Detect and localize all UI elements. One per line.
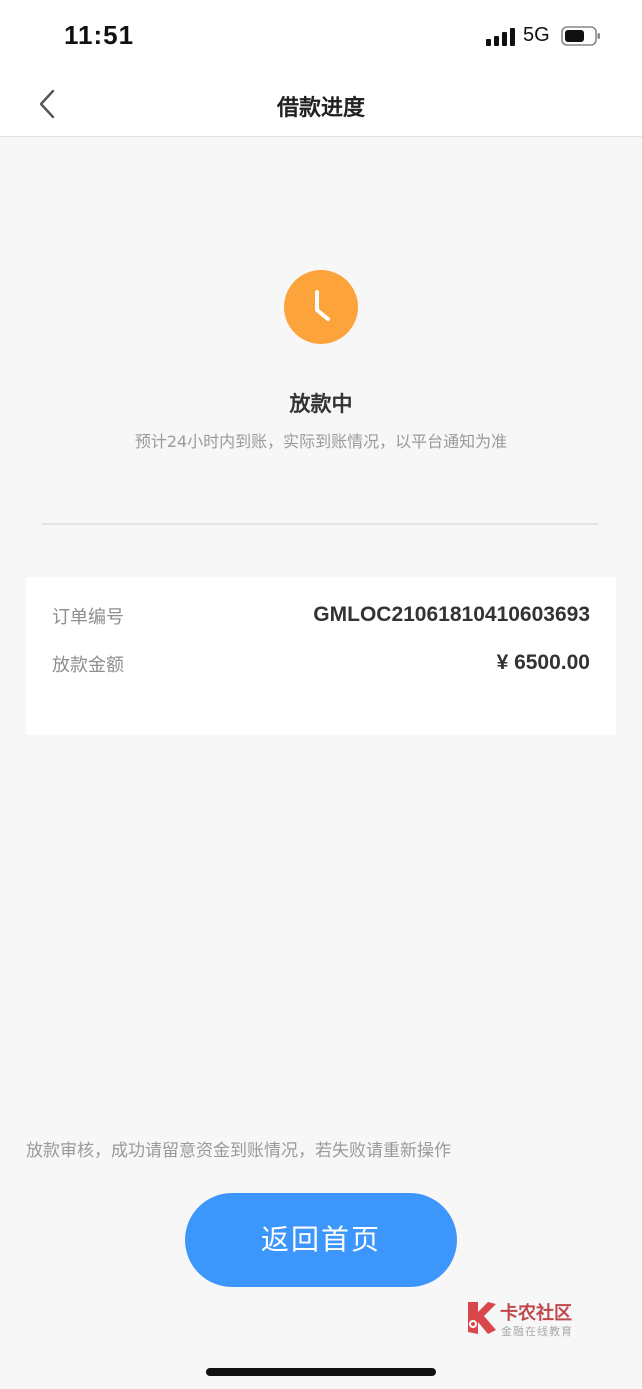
status-title: 放款中 xyxy=(289,392,353,416)
status-time: 11:51 xyxy=(64,20,135,50)
status-description: 预计24小时内到账，实际到账情况，以平台通知为准 xyxy=(134,432,508,451)
watermark-subtitle: 金融在线教育 xyxy=(501,1325,573,1338)
bottom-note: 放款审核，成功请留意资金到账情况，若失败请重新操作 xyxy=(26,1141,451,1161)
order-number-label: 订单编号 xyxy=(52,607,124,628)
home-indicator xyxy=(206,1368,436,1376)
return-home-button[interactable]: 返回首页 xyxy=(185,1193,457,1287)
loan-amount-value: ¥ 6500.00 xyxy=(496,651,590,674)
signal-icon xyxy=(486,28,515,46)
watermark-logo-icon xyxy=(468,1302,496,1334)
network-label: 5G xyxy=(523,24,550,46)
status-bar: 11:51 5G xyxy=(0,0,642,70)
loan-amount-row: 放款金额 ¥ 6500.00 xyxy=(52,649,590,681)
page-title: 借款进度 xyxy=(276,96,365,121)
loan-amount-label: 放款金额 xyxy=(52,655,124,676)
divider xyxy=(42,523,598,525)
order-info-card: 订单编号 GMLOC21061810410603693 放款金额 ¥ 6500.… xyxy=(26,577,616,735)
nav-bar: 借款进度 xyxy=(0,70,642,137)
battery-icon xyxy=(561,26,600,46)
watermark-title: 卡农社区 xyxy=(500,1303,572,1324)
order-number-value: GMLOC21061810410603693 xyxy=(313,603,590,626)
order-number-row: 订单编号 GMLOC21061810410603693 xyxy=(52,601,590,633)
clock-icon xyxy=(284,270,358,344)
